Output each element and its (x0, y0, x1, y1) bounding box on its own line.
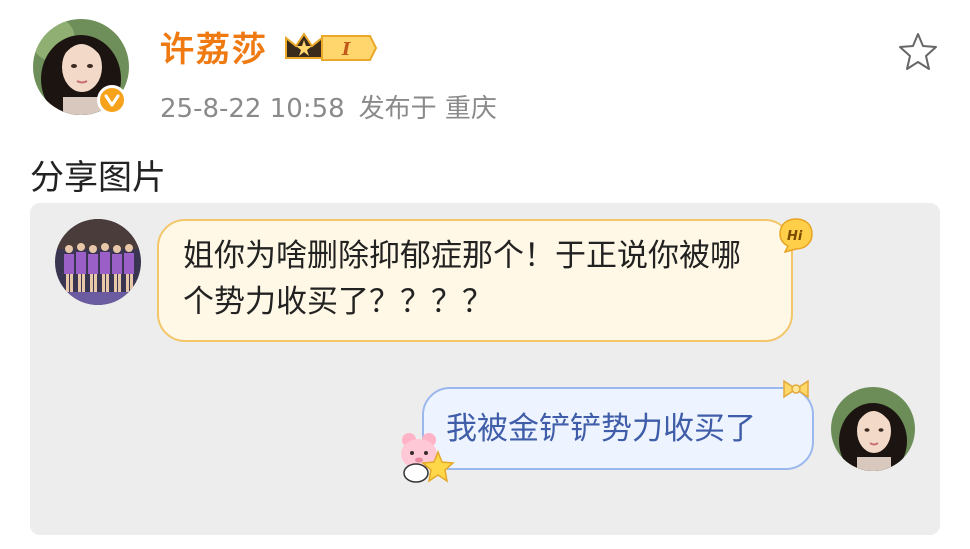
sent-message-bubble: 我被金铲铲势力收买了 (422, 387, 814, 470)
bow-decoration-icon (781, 377, 811, 401)
received-message-bubble: 姐你为啥删除抑郁症那个！于正说你被哪个势力收买了？？？？ (157, 219, 793, 342)
post-text: 分享图片 (30, 158, 166, 198)
post-location: 发布于 重庆 (358, 94, 497, 124)
hi-sticker-icon: Hi (777, 216, 815, 254)
post-meta: 25-8-22 10:58 发布于 重庆 (160, 88, 497, 125)
team-avatar (55, 219, 141, 305)
panda-star-sticker-icon (396, 428, 456, 484)
favorite-star-icon[interactable] (896, 30, 940, 74)
author-name[interactable]: 许荔莎 (160, 22, 268, 71)
verified-badge-icon (97, 85, 127, 115)
vip-level: I (341, 39, 351, 60)
sender-avatar (831, 387, 915, 471)
post-date: 25-8-22 10:58 (160, 94, 345, 124)
vip-badge[interactable]: I (282, 28, 378, 68)
hi-sticker-text: Hi (787, 229, 803, 244)
